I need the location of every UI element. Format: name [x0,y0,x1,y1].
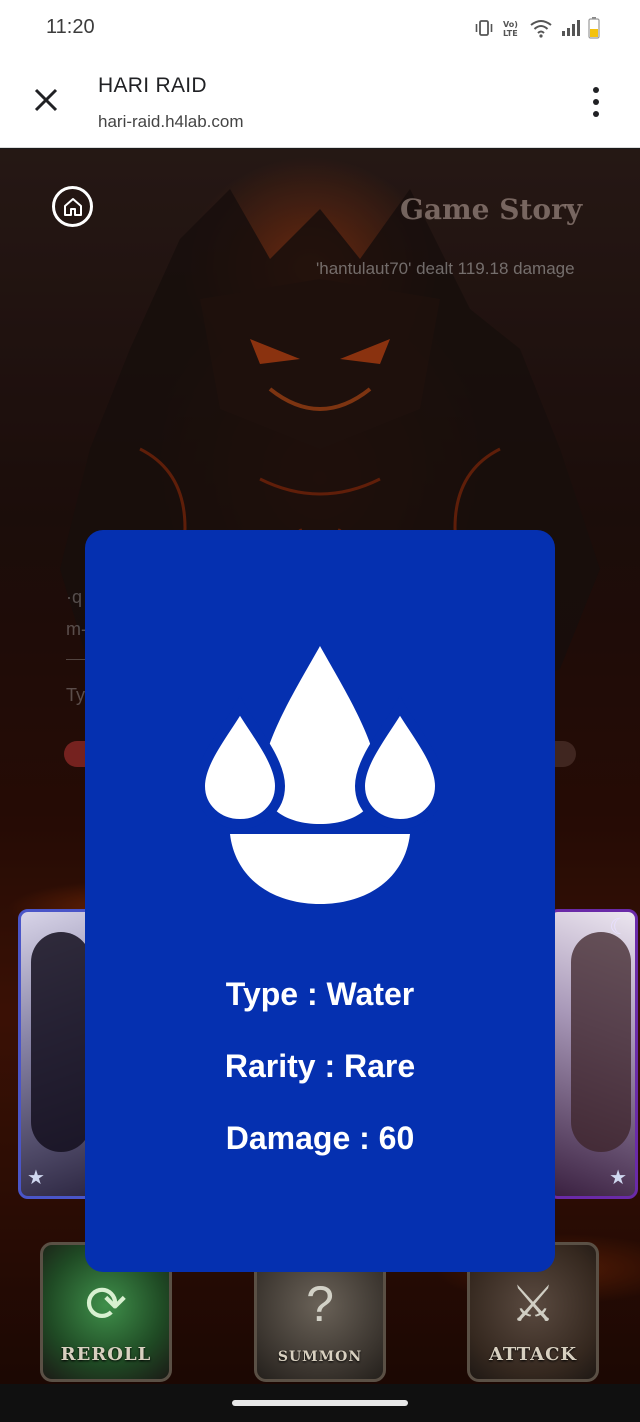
home-icon [63,197,82,216]
character-card-right[interactable]: ☾ ★ [548,909,638,1199]
signal-icon [562,20,580,36]
character-portrait [571,932,631,1152]
crossed-swords-icon: ⚔ [510,1276,556,1332]
close-button[interactable] [26,80,66,120]
obscured-input: Ty [66,685,86,705]
volte-icon: Vo) LTE [503,20,518,38]
system-navigation-bar [0,1384,640,1422]
reroll-icon: ⟳ [85,1276,127,1332]
card-damage: Damage : 60 [225,1120,415,1156]
obscured-text: ·q [66,587,83,607]
overflow-menu-button[interactable] [578,82,614,122]
page-url[interactable]: hari-raid.h4lab.com [98,112,244,132]
status-time: 11:20 [46,16,95,38]
game-story-log-entry: 'hantulaut70' dealt 119.18 damage [316,259,575,278]
more-vert-icon [593,87,599,93]
page-title: HARI RAID [98,74,207,97]
star-icon: ★ [609,1167,627,1189]
water-drops-icon [200,646,440,904]
svg-text:Vo): Vo) [503,20,518,29]
vibrate-icon [475,20,493,36]
game-view: Game Story 'hantulaut70' dealt 119.18 da… [0,149,640,1384]
status-icons: Vo) LTE [474,16,600,40]
attack-label: ATTACK [488,1344,578,1365]
card-type: Type : Water [225,976,415,1012]
obscured-text: m- [66,619,87,639]
summon-label: SUMMON [277,1349,363,1365]
reroll-label: REROLL [60,1344,152,1365]
moon-icon: ☾ [609,914,629,939]
gesture-handle[interactable] [232,1400,408,1406]
game-story-title: Game Story [400,193,583,226]
close-icon [34,88,58,112]
element-card-modal[interactable]: Type : Water Rarity : Rare Damage : 60 [85,530,555,1272]
battery-icon [588,17,600,39]
status-bar: 11:20 Vo) LTE [0,0,640,56]
custom-tab-toolbar: HARI RAID hari-raid.h4lab.com [0,56,640,148]
svg-text:LTE: LTE [503,29,518,38]
character-portrait [31,932,91,1152]
home-button[interactable] [52,186,93,227]
summon-cards-icon: ? [306,1276,334,1332]
star-icon: ★ [27,1167,45,1189]
card-rarity: Rarity : Rare [224,1048,416,1084]
wifi-icon [530,20,552,38]
